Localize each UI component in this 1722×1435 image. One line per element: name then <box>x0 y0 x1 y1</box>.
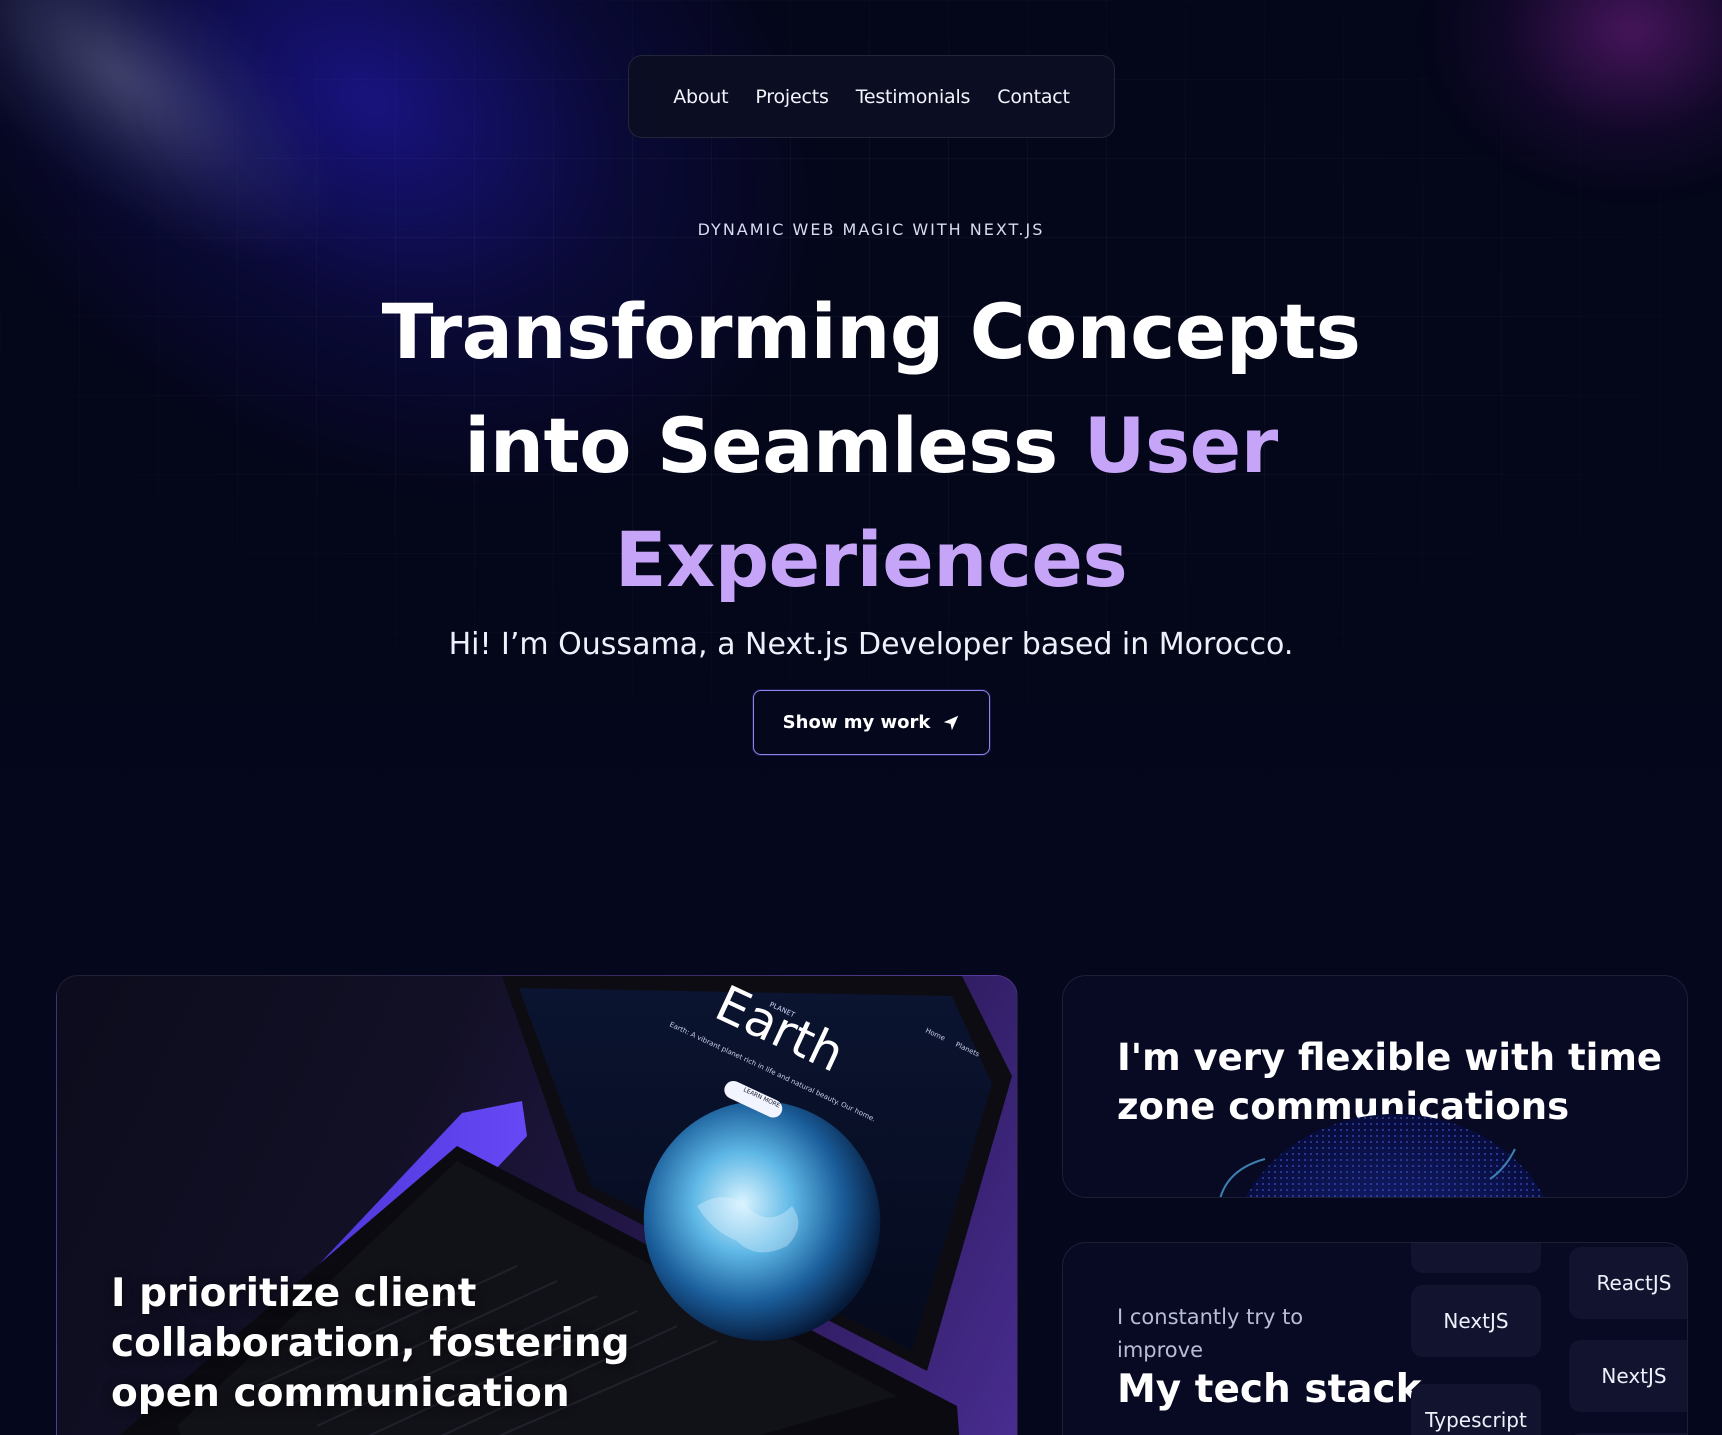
tech-stack-subtitle: I constantly try to improve <box>1117 1305 1304 1362</box>
show-my-work-button[interactable]: Show my work <box>753 690 990 755</box>
nav-link-projects[interactable]: Projects <box>755 86 829 108</box>
tech-chip: NextJS <box>1411 1285 1541 1357</box>
collaboration-card: PLANET Earth Earth: A vibrant planet ric… <box>56 975 1018 1435</box>
cta-label: Show my work <box>782 712 931 733</box>
hero-eyebrow: DYNAMIC WEB MAGIC WITH NEXT.JS <box>697 220 1045 239</box>
timezone-card: I'm very flexible with time zone communi… <box>1062 975 1688 1198</box>
nav-link-contact[interactable]: Contact <box>997 86 1070 108</box>
floating-navbar: About Projects Testimonials Contact <box>628 55 1115 138</box>
tech-chip: Typescript <box>1411 1384 1541 1435</box>
tech-stack-title: My tech stack <box>1117 1367 1422 1412</box>
tech-chip <box>1411 1243 1541 1273</box>
hero-intro: Hi! I’m Oussama, a Next.js Developer bas… <box>448 627 1294 662</box>
tech-stack-card: I constantly try to improve My tech stac… <box>1062 1242 1688 1435</box>
globe-illustration <box>1219 1114 1545 1197</box>
hero-headline: Transforming Concepts into Seamless User… <box>300 275 1442 617</box>
send-arrow-icon <box>944 715 959 730</box>
tech-chip: NextJS <box>1569 1340 1687 1412</box>
nav-link-about[interactable]: About <box>673 86 728 108</box>
tech-chip: ReactJS <box>1569 1247 1687 1319</box>
collaboration-title: I prioritize client collaboration, foste… <box>111 1271 630 1416</box>
nav-link-testimonials[interactable]: Testimonials <box>856 86 971 108</box>
